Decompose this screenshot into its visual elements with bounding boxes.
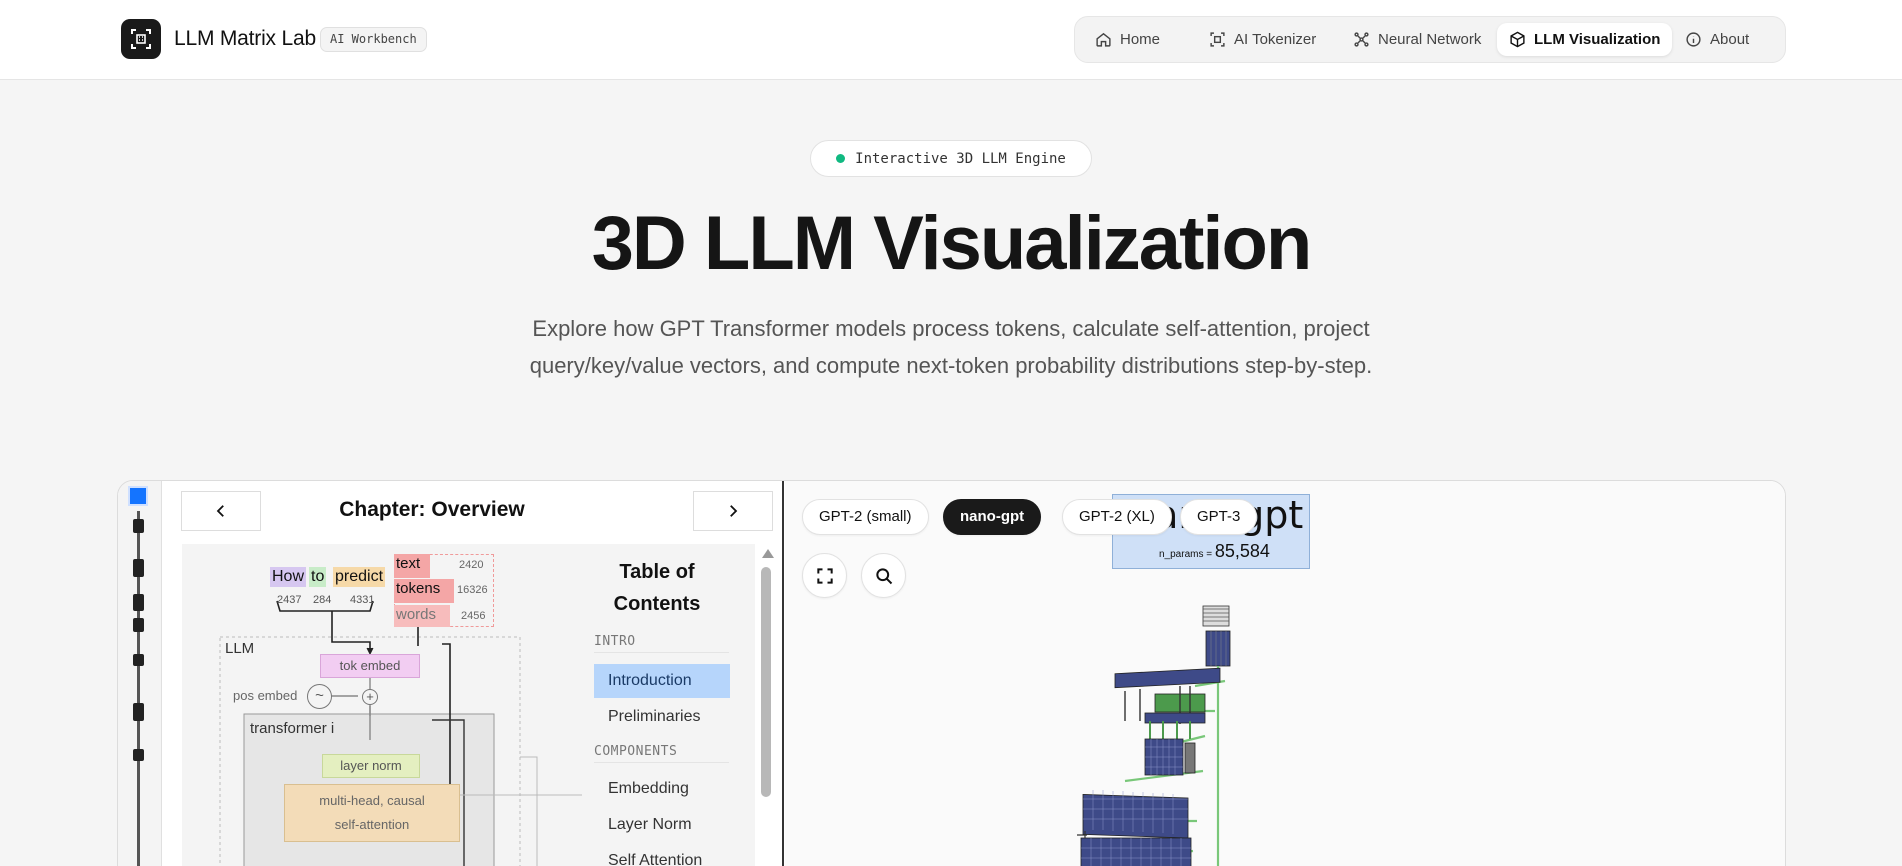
info-icon — [1686, 32, 1701, 47]
page-subtitle: Explore how GPT Transformer models proce… — [529, 316, 1373, 378]
toc-item-introduction[interactable]: Introduction — [594, 664, 730, 698]
prev-chapter-button[interactable] — [181, 491, 261, 531]
chevron-right-icon — [730, 505, 738, 517]
toc-item-layer-norm[interactable]: Layer Norm — [594, 808, 730, 842]
output-token-id: 2456 — [461, 610, 486, 622]
brand-name[interactable]: LLM Matrix Lab — [174, 27, 316, 51]
llm-3d-model[interactable] — [785, 481, 1786, 866]
timeline-marker[interactable] — [133, 654, 144, 666]
pos-embed-label: pos embed — [233, 688, 298, 703]
self-attention-label: self-attention — [334, 817, 410, 832]
output-token[interactable]: words — [394, 605, 450, 627]
model-gpt2-small-button[interactable]: GPT-2 (small) — [802, 499, 929, 535]
nav-about[interactable]: About — [1673, 23, 1761, 56]
nav-home-label: Home — [1120, 31, 1161, 48]
input-token[interactable]: predict — [333, 567, 386, 587]
status-dot — [836, 154, 846, 163]
model-gpt2-xl-button[interactable]: GPT-2 (XL) — [1062, 499, 1172, 535]
self-attention-block[interactable]: multi-head, causal self-attention — [284, 784, 460, 842]
main-nav: Home AI Tokenizer Neural Network LLM Vis… — [1074, 16, 1786, 63]
nav-llm-visualization[interactable]: LLM Visualization — [1497, 23, 1673, 56]
doc-scrollbar[interactable] — [760, 549, 774, 866]
scan-icon — [1210, 32, 1225, 47]
timeline-marker[interactable] — [133, 618, 144, 632]
timeline-marker[interactable] — [133, 703, 144, 721]
fullscreen-button[interactable] — [802, 553, 847, 598]
toc-title-line: Contents — [613, 593, 701, 615]
add-node: + — [362, 689, 378, 705]
llm-label: LLM — [225, 640, 255, 657]
search-button[interactable] — [861, 553, 906, 598]
home-icon — [1096, 32, 1111, 47]
timeline-marker[interactable] — [133, 594, 144, 611]
timeline-rail[interactable] — [118, 481, 162, 866]
layer-norm-block[interactable]: layer norm — [322, 754, 420, 778]
input-token[interactable]: How — [270, 567, 307, 587]
nav-neural-network[interactable]: Neural Network — [1341, 23, 1493, 56]
page-title: 3D LLM Visualization — [591, 201, 1313, 286]
pos-embed-sinusoid[interactable]: ~ — [307, 684, 332, 709]
token-id: 2437 — [277, 594, 302, 606]
toc-item-embedding[interactable]: Embedding — [594, 772, 730, 806]
transformer-label: transformer i — [250, 720, 335, 737]
nav-about-label: About — [1710, 31, 1750, 48]
nav-home[interactable]: Home — [1083, 23, 1172, 56]
expand-icon — [816, 567, 833, 584]
model-gpt3-button[interactable]: GPT-3 — [1180, 499, 1258, 535]
toc-section-components: COMPONENTS — [594, 744, 729, 763]
engine-badge-label: Interactive 3D LLM Engine — [855, 150, 1066, 167]
scroll-up-arrow-icon[interactable] — [762, 549, 774, 558]
chapter-panel: Chapter: Overview How 2437 to 284 predic… — [162, 481, 784, 866]
chevron-left-icon — [216, 505, 224, 517]
nav-llm-visualization-label: LLM Visualization — [1534, 31, 1661, 48]
3d-viewer[interactable]: nano-gpt n_params = 85,584 — [785, 481, 1786, 866]
tok-embed-block[interactable]: tok embed — [320, 654, 420, 678]
output-token-id: 16326 — [457, 584, 488, 596]
toc-section-intro: INTRO — [594, 634, 729, 653]
output-token[interactable]: text — [394, 554, 430, 578]
brand-badge: AI Workbench — [320, 27, 427, 52]
toc-title: Table of Contents — [592, 556, 722, 620]
nav-tokenizer-label: AI Tokenizer — [1234, 31, 1317, 48]
input-token[interactable]: to — [309, 567, 327, 587]
network-icon — [1354, 32, 1369, 47]
search-icon — [875, 567, 892, 584]
top-header: LLM Matrix Lab AI Workbench Home AI Toke… — [0, 0, 1902, 80]
timeline-marker[interactable] — [133, 749, 144, 761]
nav-tokenizer[interactable]: AI Tokenizer — [1197, 23, 1328, 56]
token-id: 284 — [313, 594, 332, 606]
next-chapter-button[interactable] — [693, 491, 773, 531]
token-id: 4331 — [350, 594, 375, 606]
toc-item-self-attention[interactable]: Self Attention — [594, 844, 730, 866]
chapter-document: How 2437 to 284 predict 4331 text 2420 t… — [182, 544, 755, 866]
output-token[interactable]: tokens — [394, 579, 454, 603]
scrollbar-thumb[interactable] — [761, 567, 771, 797]
chapter-title: Chapter: Overview — [339, 498, 525, 521]
logo-icon[interactable] — [121, 19, 161, 59]
toc-item-preliminaries[interactable]: Preliminaries — [594, 700, 730, 734]
output-token-id: 2420 — [459, 559, 484, 571]
model-nano-gpt-button[interactable]: nano-gpt — [943, 499, 1042, 535]
timeline-marker[interactable] — [133, 559, 144, 577]
nav-neural-network-label: Neural Network — [1378, 31, 1482, 48]
timeline-marker[interactable] — [133, 519, 144, 533]
toc-title-line: Table of — [619, 561, 695, 583]
visualizer-app: Chapter: Overview How 2437 to 284 predic… — [117, 480, 1786, 866]
engine-badge: Interactive 3D LLM Engine — [810, 140, 1092, 177]
timeline-current-marker[interactable] — [128, 486, 148, 506]
cube-icon — [1510, 31, 1525, 48]
self-attention-label: multi-head, causal — [319, 793, 425, 808]
